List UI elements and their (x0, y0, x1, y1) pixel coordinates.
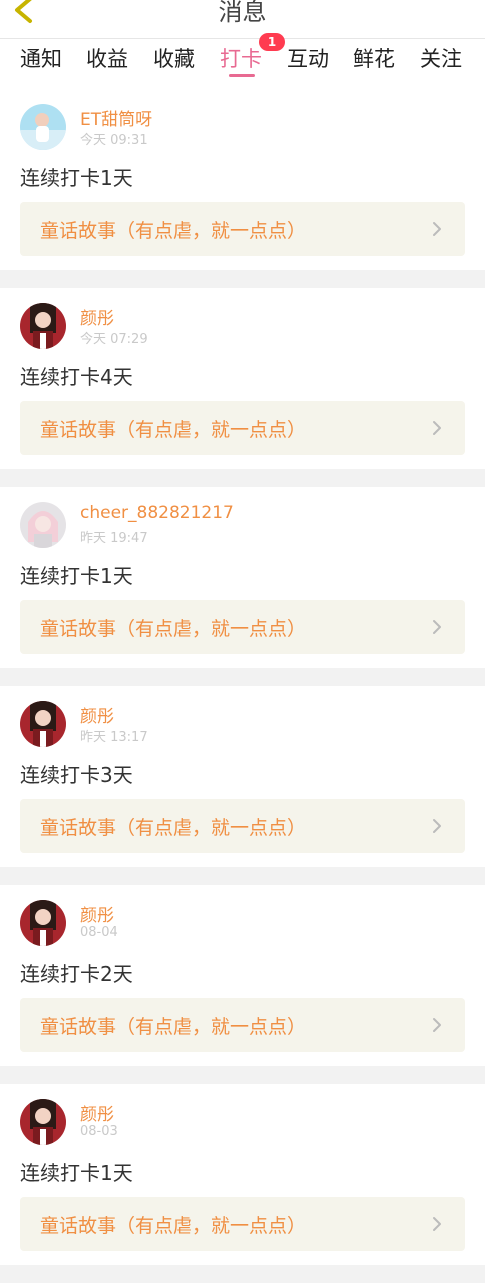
story-link[interactable]: 童话故事（有点虐，就一点点） (20, 799, 465, 853)
story-link[interactable]: 童话故事（有点虐，就一点点） (20, 401, 465, 455)
streak-text: 连续打卡2天 (20, 962, 133, 986)
streak-text: 连续打卡1天 (20, 564, 133, 588)
timestamp: 今天 09:31 (80, 133, 148, 148)
story-link[interactable]: 童话故事（有点虐，就一点点） (20, 1197, 465, 1251)
streak-text: 连续打卡1天 (20, 166, 133, 190)
chevron-right-icon (433, 620, 441, 634)
tab-bar: 通知 收益 收藏 打卡 互动 鲜花 关注 1 (0, 33, 485, 89)
list-item: 颜彤 昨天 13:17 连续打卡3天 童话故事（有点虐，就一点点） (0, 686, 485, 867)
avatar[interactable] (20, 1099, 66, 1145)
chevron-right-icon (433, 1217, 441, 1231)
list-item: ET甜筒呀 今天 09:31 连续打卡1天 童话故事（有点虐，就一点点） (0, 89, 485, 270)
header: 消息 (0, 0, 485, 39)
timestamp: 08-04 (80, 925, 118, 940)
user-name[interactable]: cheer_882821217 (80, 503, 234, 523)
timestamp: 今天 07:29 (80, 332, 148, 347)
tab-notice[interactable]: 通知 (20, 43, 62, 73)
chevron-right-icon (433, 421, 441, 435)
story-title: 童话故事（有点虐，就一点点） (40, 1016, 307, 1038)
streak-text: 连续打卡3天 (20, 763, 133, 787)
story-title: 童话故事（有点虐，就一点点） (40, 220, 307, 242)
story-link[interactable]: 童话故事（有点虐，就一点点） (20, 600, 465, 654)
avatar[interactable] (20, 303, 66, 349)
avatar[interactable] (20, 701, 66, 747)
list-item: 颜彤 今天 07:29 连续打卡4天 童话故事（有点虐，就一点点） (0, 288, 485, 469)
timestamp: 昨天 13:17 (80, 730, 148, 745)
tab-earnings[interactable]: 收益 (86, 43, 128, 73)
user-name[interactable]: 颜彤 (80, 702, 114, 727)
checkin-list: ET甜筒呀 今天 09:31 连续打卡1天 童话故事（有点虐，就一点点） 颜彤 … (0, 89, 485, 1283)
story-link[interactable]: 童话故事（有点虐，就一点点） (20, 998, 465, 1052)
list-item: cheer_882821217 昨天 19:47 连续打卡1天 童话故事（有点虐… (0, 487, 485, 668)
story-title: 童话故事（有点虐，就一点点） (40, 419, 307, 441)
active-tab-indicator (229, 74, 255, 77)
user-name[interactable]: 颜彤 (80, 304, 114, 329)
tab-favorites[interactable]: 收藏 (153, 43, 195, 73)
tab-interaction[interactable]: 互动 (287, 43, 329, 73)
list-item: 颜彤 08-03 连续打卡1天 童话故事（有点虐，就一点点） (0, 1084, 485, 1265)
chevron-right-icon (433, 222, 441, 236)
timestamp: 08-03 (80, 1124, 118, 1139)
avatar[interactable] (20, 900, 66, 946)
user-name[interactable]: 颜彤 (80, 901, 114, 926)
tab-flowers[interactable]: 鲜花 (353, 43, 395, 73)
streak-text: 连续打卡4天 (20, 365, 133, 389)
story-title: 童话故事（有点虐，就一点点） (40, 1215, 307, 1237)
chevron-right-icon (433, 1018, 441, 1032)
user-name[interactable]: 颜彤 (80, 1100, 114, 1125)
checkin-badge: 1 (259, 33, 285, 51)
story-title: 童话故事（有点虐，就一点点） (40, 817, 307, 839)
avatar[interactable] (20, 104, 66, 150)
list-item: 颜彤 08-04 连续打卡2天 童话故事（有点虐，就一点点） (0, 885, 485, 1066)
avatar[interactable] (20, 502, 66, 548)
chevron-right-icon (433, 819, 441, 833)
user-name[interactable]: ET甜筒呀 (80, 105, 152, 130)
story-title: 童话故事（有点虐，就一点点） (40, 618, 307, 640)
story-link[interactable]: 童话故事（有点虐，就一点点） (20, 202, 465, 256)
tab-checkin[interactable]: 打卡 (220, 43, 262, 73)
tab-follow[interactable]: 关注 (420, 43, 462, 73)
streak-text: 连续打卡1天 (20, 1161, 133, 1185)
timestamp: 昨天 19:47 (80, 531, 148, 546)
page-title: 消息 (218, 0, 267, 26)
